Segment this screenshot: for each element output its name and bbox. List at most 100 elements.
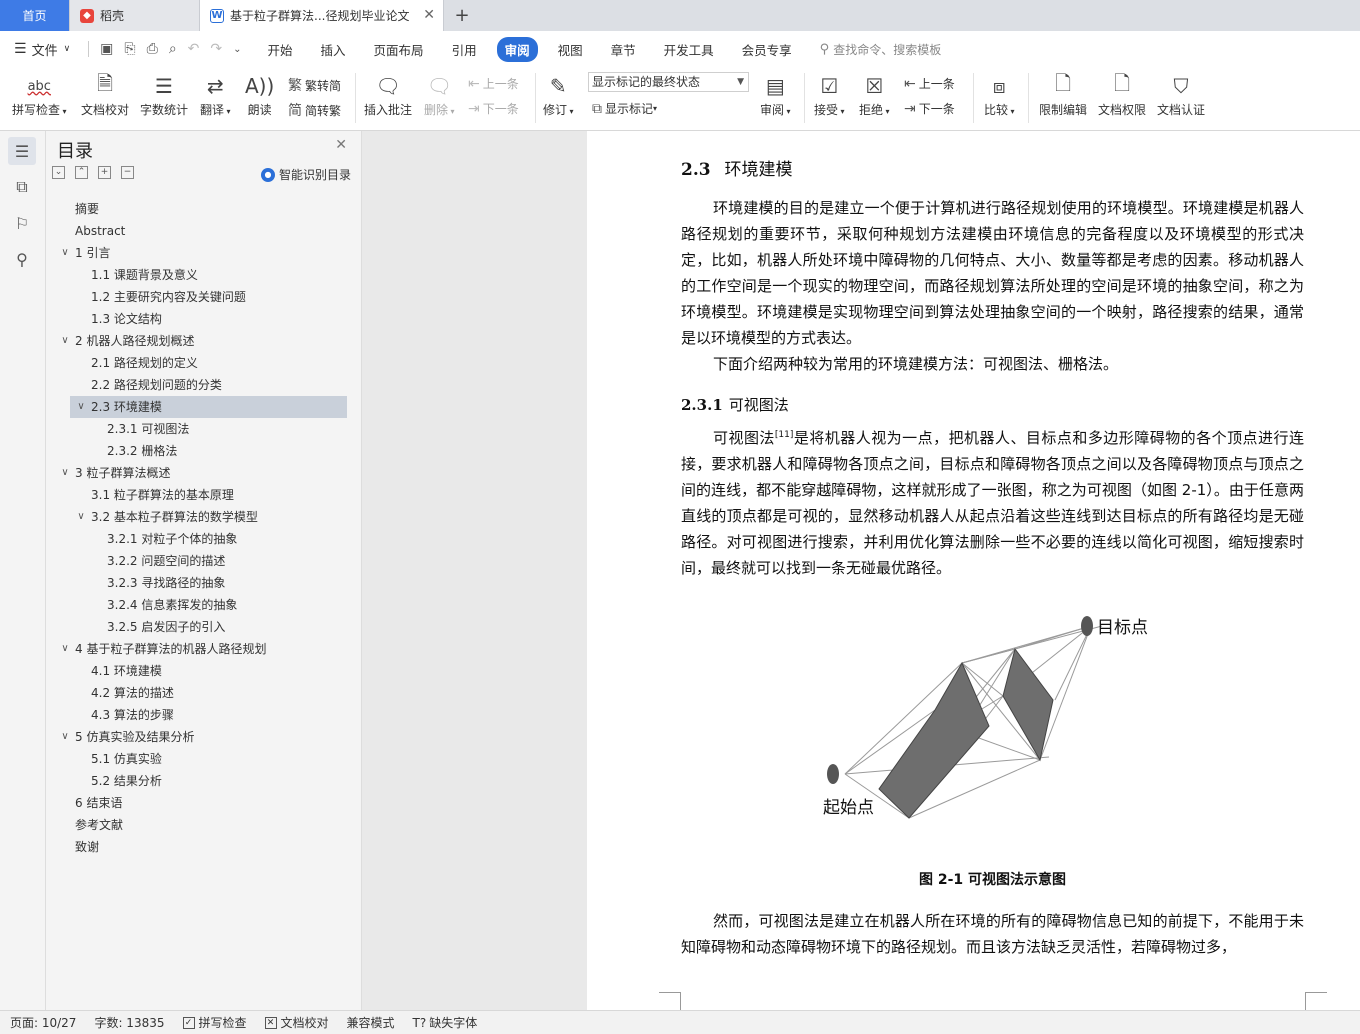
toc-item[interactable]: ∨ 4 基于粒子群算法的机器人路径规划 bbox=[46, 638, 362, 660]
markup-mode-select[interactable]: 显示标记的最终状态 ▼ bbox=[588, 72, 749, 92]
track-changes-button[interactable]: ✎ 修订 ▾ bbox=[543, 71, 574, 118]
toc-item[interactable]: ∨ 3 粒子群算法概述 bbox=[46, 462, 362, 484]
chapter-nav-button[interactable]: ⧉ bbox=[8, 173, 36, 201]
restrict-edit-button[interactable]: 🗋 限制编辑 bbox=[1039, 71, 1087, 118]
ribbon-tab[interactable]: 插入 bbox=[313, 37, 354, 62]
accept-button[interactable]: ☑ 接受 ▾ bbox=[814, 71, 845, 118]
ribbon-tab[interactable]: 视图 bbox=[550, 37, 591, 62]
toc-item[interactable]: 3.2.2 问题空间的描述 bbox=[46, 550, 362, 572]
remove-heading-button[interactable]: − bbox=[121, 166, 134, 179]
read-aloud-button[interactable]: A)) 朗读 bbox=[245, 71, 274, 118]
redo-icon[interactable]: ↷ bbox=[210, 41, 222, 57]
page-indicator[interactable]: 页面: 10/27 bbox=[10, 1014, 76, 1031]
chevron-down-icon[interactable]: ∨ bbox=[75, 506, 87, 528]
toc-nav-button[interactable]: ☰ bbox=[8, 137, 36, 165]
delete-comment-button[interactable]: 🗨 删除 ▾ bbox=[424, 71, 455, 118]
ribbon-tab[interactable]: 页面布局 bbox=[366, 37, 432, 62]
toc-item[interactable]: 2.1 路径规划的定义 bbox=[46, 352, 362, 374]
doc-certify-button[interactable]: ⛉ 文档认证 bbox=[1157, 71, 1205, 118]
translate-button[interactable]: ⇄ 翻译 ▾ bbox=[200, 71, 231, 118]
insert-comment-button[interactable]: 🗨 插入批注 bbox=[364, 71, 412, 118]
toc-item[interactable]: 5.2 结果分析 bbox=[46, 770, 362, 792]
toc-item[interactable]: 摘要 bbox=[46, 198, 362, 220]
chevron-down-icon[interactable]: ∨ bbox=[59, 330, 71, 352]
toc-item[interactable]: 参考文献 bbox=[46, 814, 362, 836]
chevron-down-icon[interactable]: ∨ bbox=[59, 242, 71, 264]
trad-to-simp-button[interactable]: 繁繁转简 bbox=[288, 75, 341, 95]
undo-icon[interactable]: ↶ bbox=[188, 41, 200, 57]
ribbon-tab[interactable]: 开始 bbox=[260, 37, 301, 62]
show-markup-button[interactable]: ⧉ 显示标记 ▾ bbox=[592, 100, 657, 117]
add-tab-button[interactable]: + bbox=[444, 0, 480, 31]
doc-proof-button[interactable]: 🗎 文档校对 bbox=[81, 71, 129, 118]
toc-item[interactable]: 3.1 粒子群算法的基本原理 bbox=[46, 484, 362, 506]
close-icon[interactable]: ✕ bbox=[335, 137, 347, 153]
tab-document[interactable]: W 基于粒子群算法...径规划毕业论文 ✕ bbox=[200, 0, 444, 31]
add-heading-button[interactable]: + bbox=[98, 166, 111, 179]
reject-button[interactable]: ☒ 拒绝 ▾ bbox=[859, 71, 890, 118]
ribbon-tab[interactable]: 章节 bbox=[603, 37, 644, 62]
print-preview-icon[interactable]: ⌕ bbox=[169, 41, 177, 57]
ribbon-tab[interactable]: 会员专享 bbox=[734, 37, 800, 62]
chevron-down-icon[interactable]: ∨ bbox=[59, 726, 71, 748]
doc-permission-button[interactable]: 🗋 文档权限 bbox=[1098, 71, 1146, 118]
next-comment-button[interactable]: ⇥ 下一条 bbox=[468, 100, 519, 117]
toc-item[interactable]: 4.3 算法的步骤 bbox=[46, 704, 362, 726]
prev-comment-button[interactable]: ⇤ 上一条 bbox=[468, 75, 519, 92]
toc-item[interactable]: Abstract bbox=[46, 220, 362, 242]
export-icon[interactable]: ⎘ bbox=[124, 41, 135, 57]
toc-item[interactable]: 4.2 算法的描述 bbox=[46, 682, 362, 704]
command-search[interactable]: ⚲ 查找命令、搜索模板 bbox=[820, 41, 942, 58]
toc-item[interactable]: 4.1 环境建模 bbox=[46, 660, 362, 682]
smart-toc-button[interactable]: ● 智能识别目录 bbox=[260, 166, 351, 183]
toc-item[interactable]: ∨ 2 机器人路径规划概述 bbox=[46, 330, 362, 352]
chevron-down-icon[interactable]: ∨ bbox=[75, 396, 87, 418]
toc-item[interactable]: 2.2 路径规划问题的分类 bbox=[46, 374, 362, 396]
toc-item[interactable]: 3.2.4 信息素挥发的抽象 bbox=[46, 594, 362, 616]
tab-daoke[interactable]: ◆ 稻壳 bbox=[70, 0, 200, 31]
ribbon-tab[interactable]: 引用 bbox=[444, 37, 485, 62]
toc-item[interactable]: 2.3.1 可视图法 bbox=[46, 418, 362, 440]
toc-item[interactable]: 致谢 bbox=[46, 836, 362, 858]
save-icon[interactable]: ▣ bbox=[100, 41, 113, 57]
toc-item[interactable]: ∨ 2.3 环境建模 bbox=[70, 396, 347, 418]
ribbon-tab[interactable]: 开发工具 bbox=[656, 37, 722, 62]
file-menu[interactable]: ☰ 文件 ∨ bbox=[14, 40, 70, 59]
customize-icon[interactable]: ⌄ bbox=[233, 44, 241, 55]
toc-item[interactable]: 3.2.1 对粒子个体的抽象 bbox=[46, 528, 362, 550]
word-count-button[interactable]: ☰ 字数统计 bbox=[140, 71, 188, 118]
toc-item[interactable]: 1.3 论文结构 bbox=[46, 308, 362, 330]
next-change-button[interactable]: ⇥ 下一条 bbox=[904, 100, 955, 117]
toc-item[interactable]: ∨ 1 引言 bbox=[46, 242, 362, 264]
missing-font-status[interactable]: T? 缺失字体 bbox=[413, 1014, 478, 1031]
document-page[interactable]: 2.3 环境建模 环境建模的目的是建立一个便于计算机进行路径规划使用的环境模型。… bbox=[587, 131, 1360, 1010]
citation-ref[interactable]: [11] bbox=[775, 430, 793, 440]
collapse-all-button[interactable]: ⌃ bbox=[75, 166, 88, 179]
compare-button[interactable]: ⧈ 比较 ▾ bbox=[984, 71, 1015, 118]
toc-item[interactable]: 1.1 课题背景及意义 bbox=[46, 264, 362, 286]
toc-item[interactable]: 3.2.5 启发因子的引入 bbox=[46, 616, 362, 638]
simp-to-trad-button[interactable]: 简简转繁 bbox=[288, 100, 341, 120]
find-nav-button[interactable]: ⚲ bbox=[8, 245, 36, 273]
toc-item[interactable]: 5.1 仿真实验 bbox=[46, 748, 362, 770]
toc-item[interactable]: ∨ 3.2 基本粒子群算法的数学模型 bbox=[46, 506, 362, 528]
word-count-indicator[interactable]: 字数: 13835 bbox=[94, 1014, 164, 1031]
chevron-down-icon[interactable]: ∨ bbox=[59, 638, 71, 660]
tab-home[interactable]: 首页 bbox=[0, 0, 70, 31]
prev-change-button[interactable]: ⇤ 上一条 bbox=[904, 75, 955, 92]
expand-all-button[interactable]: ⌄ bbox=[52, 166, 65, 179]
toc-item[interactable]: 3.2.3 寻找路径的抽象 bbox=[46, 572, 362, 594]
spell-check-status[interactable]: ✓ 拼写检查 bbox=[182, 1014, 247, 1031]
chevron-down-icon[interactable]: ∨ bbox=[59, 462, 71, 484]
toc-item[interactable]: 6 结束语 bbox=[46, 792, 362, 814]
proof-status[interactable]: ✕ 文档校对 bbox=[264, 1014, 329, 1031]
document-area[interactable]: 2.3 环境建模 环境建模的目的是建立一个便于计算机进行路径规划使用的环境模型。… bbox=[362, 131, 1360, 1010]
spell-check-button[interactable]: abc 拼写检查 ▾ bbox=[12, 71, 67, 118]
close-icon[interactable]: ✕ bbox=[423, 7, 435, 23]
ribbon-tab[interactable]: 审阅 bbox=[496, 36, 538, 62]
toc-item[interactable]: ∨ 5 仿真实验及结果分析 bbox=[46, 726, 362, 748]
toc-item[interactable]: 1.2 主要研究内容及关键问题 bbox=[46, 286, 362, 308]
bookmark-nav-button[interactable]: ⚐ bbox=[8, 209, 36, 237]
toc-item[interactable]: 2.3.2 栅格法 bbox=[46, 440, 362, 462]
review-pane-button[interactable]: ▤ 审阅 ▾ bbox=[760, 71, 791, 118]
